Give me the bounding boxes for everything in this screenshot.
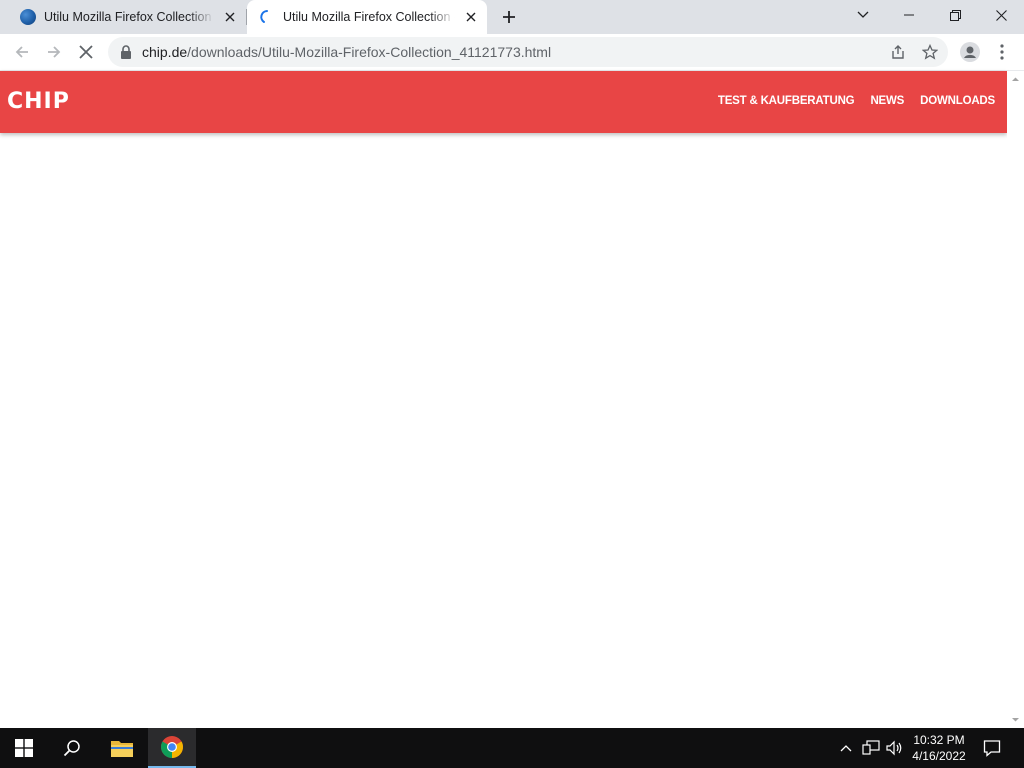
stop-loading-button[interactable] [72,38,100,66]
close-window-button[interactable] [978,0,1024,30]
show-hidden-icons-chevron-icon[interactable] [836,738,856,758]
nav-test-kaufberatung[interactable]: TEST & KAUFBERATUNG [718,95,855,107]
tab-title: Utilu Mozilla Firefox Collection - [44,10,214,24]
windows-logo-icon [15,739,33,757]
page-viewport: CHIP TEST & KAUFBERATUNG NEWS DOWNLOADS [0,71,1024,728]
nav-news[interactable]: NEWS [870,95,904,107]
browser-toolbar: chip.de/downloads/Utilu-Mozilla-Firefox-… [0,34,1024,71]
scroll-down-icon [1012,718,1019,722]
globe-icon [20,9,36,25]
chrome-taskbar-button[interactable] [148,728,196,768]
new-tab-button[interactable] [497,5,521,29]
restore-icon [949,9,961,21]
close-icon [995,9,1007,21]
network-icon[interactable] [861,738,881,758]
share-icon[interactable] [888,42,908,62]
url-text[interactable]: chip.de/downloads/Utilu-Mozilla-Firefox-… [142,44,551,60]
bookmark-star-icon[interactable] [920,42,940,62]
address-bar[interactable]: chip.de/downloads/Utilu-Mozilla-Firefox-… [108,37,948,67]
minimize-button[interactable] [886,0,932,30]
loading-spinner-icon [259,9,275,25]
windows-taskbar: 10:32 PM 4/16/2022 [0,728,1024,768]
search-button[interactable] [48,728,96,768]
back-button[interactable] [8,38,36,66]
browser-tab-1[interactable]: Utilu Mozilla Firefox Collection - [8,0,246,34]
minimize-icon [904,14,914,16]
browser-tab-2-active[interactable]: Utilu Mozilla Firefox Collection - [247,0,487,34]
tab-strip: Utilu Mozilla Firefox Collection - Utilu… [0,0,1024,34]
tab-search-button[interactable] [840,0,886,30]
site-logo[interactable]: CHIP [7,91,70,113]
system-clock[interactable]: 10:32 PM 4/16/2022 [904,732,974,764]
lock-icon[interactable] [119,44,133,60]
file-explorer-button[interactable] [98,728,146,768]
restore-button[interactable] [932,0,978,30]
main-nav: TEST & KAUFBERATUNG NEWS DOWNLOADS [718,95,995,107]
vertical-scrollbar[interactable] [1007,71,1024,728]
arrow-left-icon [15,46,28,58]
stop-icon [79,45,93,59]
kebab-menu-icon [1000,44,1004,60]
volume-icon[interactable] [884,738,904,758]
forward-button[interactable] [40,38,68,66]
tab-title: Utilu Mozilla Firefox Collection - [283,10,455,24]
close-tab-icon[interactable] [220,7,240,27]
folder-icon [111,741,133,757]
clock-date: 4/16/2022 [912,749,966,763]
profile-button[interactable] [956,38,984,66]
avatar-icon [960,42,980,62]
nav-downloads[interactable]: DOWNLOADS [920,95,995,107]
start-button[interactable] [0,728,48,768]
site-header: CHIP TEST & KAUFBERATUNG NEWS DOWNLOADS [0,71,1007,133]
plus-icon [503,11,515,23]
search-icon [63,740,80,757]
clock-time: 10:32 PM [913,733,965,747]
arrow-right-icon [48,46,61,58]
notifications-icon[interactable] [982,738,1002,758]
browser-menu-button[interactable] [988,38,1016,66]
close-tab-icon[interactable] [461,7,481,27]
chevron-down-icon [857,11,869,18]
chrome-icon [161,736,183,758]
scroll-up-icon [1012,77,1019,81]
